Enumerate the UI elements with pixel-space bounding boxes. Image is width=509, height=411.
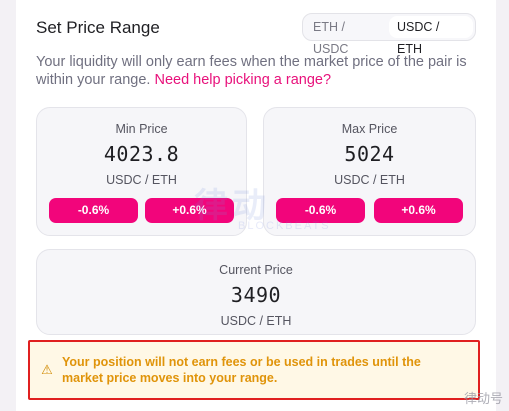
toggle-eth-usdc[interactable]: ETH / USDC [305, 16, 389, 56]
min-price-unit: USDC / ETH [106, 173, 177, 187]
max-price-increase-button[interactable]: +0.6% [374, 198, 463, 223]
min-price-label: Min Price [115, 122, 168, 136]
pair-toggle[interactable]: ETH / USDC USDC / ETH [302, 13, 476, 56]
section-title: Set Price Range [36, 18, 160, 37]
current-price-value: 3490 [230, 283, 282, 307]
max-price-unit: USDC / ETH [334, 173, 405, 187]
min-price-card: Min Price 4023.8 USDC / ETH -0.6% +0.6% [36, 107, 247, 236]
price-range-panel: Set Price Range ETH / USDC USDC / ETH Yo… [16, 0, 496, 411]
corner-watermark: 律动号 [463, 391, 503, 406]
range-description: Your liquidity will only earn fees when … [36, 53, 481, 89]
min-price-buttons: -0.6% +0.6% [49, 198, 234, 223]
max-price-card: Max Price 5024 USDC / ETH -0.6% +0.6% [263, 107, 476, 236]
min-price-value[interactable]: 4023.8 [37, 142, 246, 166]
out-of-range-warning: ⚠ Your position will not earn fees or be… [28, 340, 480, 400]
min-price-increase-button[interactable]: +0.6% [145, 198, 234, 223]
max-price-buttons: -0.6% +0.6% [276, 198, 463, 223]
max-price-label: Max Price [341, 122, 398, 136]
warning-icon: ⚠ [41, 362, 53, 377]
current-price-card: Current Price 3490 USDC / ETH [36, 249, 476, 335]
max-price-value[interactable]: 5024 [264, 142, 475, 166]
warning-text: Your position will not earn fees or be u… [62, 355, 421, 385]
help-link[interactable]: Need help picking a range? [154, 72, 331, 88]
current-price-label: Current Price [219, 263, 293, 277]
min-price-decrease-button[interactable]: -0.6% [49, 198, 138, 223]
toggle-usdc-eth[interactable]: USDC / ETH [389, 16, 473, 56]
max-price-decrease-button[interactable]: -0.6% [276, 198, 365, 223]
current-price-unit: USDC / ETH [220, 314, 292, 328]
